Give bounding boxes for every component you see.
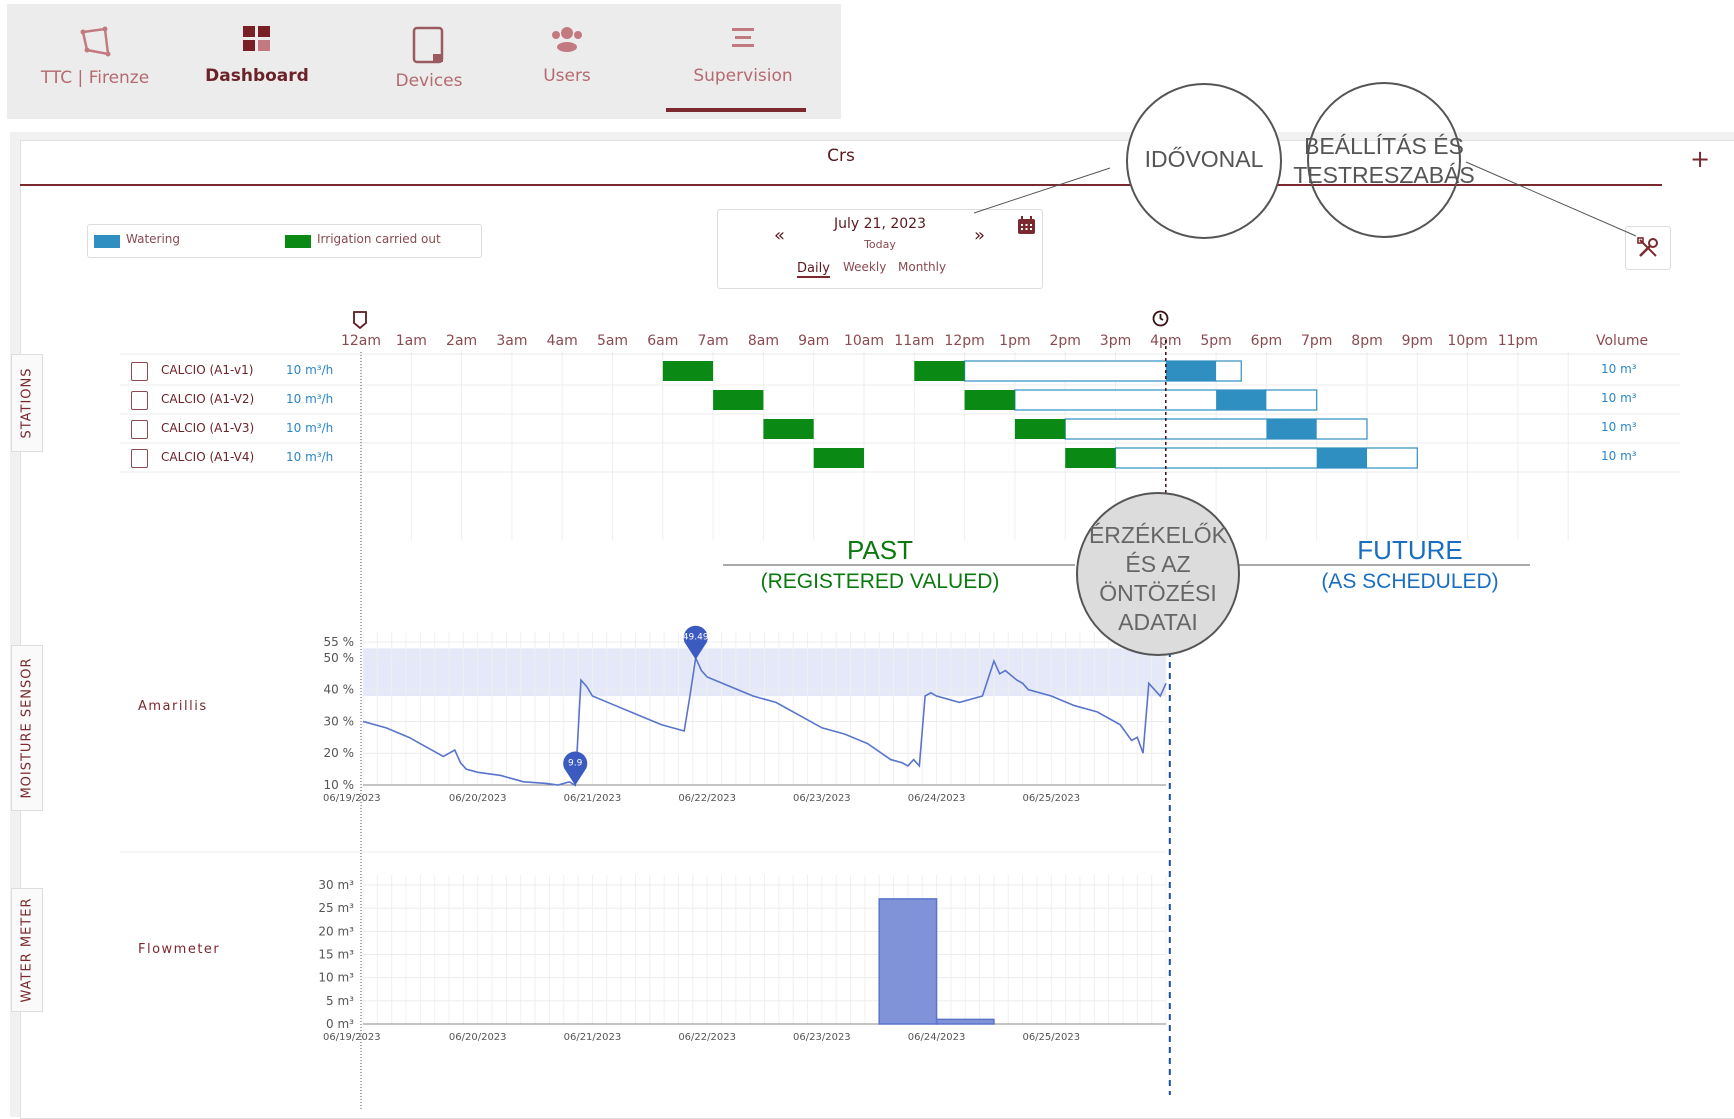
y-tick-label: 5 m³ xyxy=(326,994,354,1008)
irrigation-done-bar xyxy=(1065,448,1116,468)
value-marker xyxy=(563,751,588,786)
station-rate: 10 m³/h xyxy=(286,450,334,464)
callout-text: IDŐVONAL xyxy=(1144,146,1264,172)
y-tick-label: 30 m³ xyxy=(318,878,354,892)
x-tick-label: 06/21/2023 xyxy=(564,793,622,804)
irrigation-done-bar xyxy=(763,419,814,439)
station-volume: 10 m³ xyxy=(1601,362,1637,376)
y-tick-label: 10 m³ xyxy=(318,971,354,985)
watering-bar xyxy=(1316,448,1367,468)
callout-pointer xyxy=(1465,161,1637,237)
value-marker-label: 9.9 xyxy=(568,758,583,768)
callout-sensors: ÉRZÉKELŐK ÉS AZ ÖNTÖZÉSI ADATAI xyxy=(1076,492,1240,656)
y-tick-label: 40 % xyxy=(324,683,355,697)
past-label: PAST xyxy=(847,535,913,565)
station-volume: 10 m³ xyxy=(1601,391,1637,405)
flow-bar xyxy=(878,898,938,1025)
station-volume: 10 m³ xyxy=(1601,449,1637,463)
y-tick-label: 55 % xyxy=(324,635,355,649)
station-icon xyxy=(131,449,148,468)
y-tick-label: 20 % xyxy=(324,746,355,760)
future-label: FUTURE xyxy=(1357,535,1463,565)
irrigation-done-bar xyxy=(662,361,714,381)
x-tick-label: 06/25/2023 xyxy=(1022,1032,1080,1043)
station-rate: 10 m³/h xyxy=(286,421,334,435)
y-tick-label: 20 m³ xyxy=(318,924,354,938)
x-tick-label: 06/20/2023 xyxy=(449,793,507,804)
watering-bar xyxy=(1216,390,1267,410)
callout-settings: BEÁLLÍTÁS ÉS TESTRESZABÁS xyxy=(1293,82,1475,238)
station-icon xyxy=(131,420,148,439)
x-tick-label: 06/22/2023 xyxy=(678,793,736,804)
x-tick-label: 06/23/2023 xyxy=(793,793,851,804)
x-tick-label: 06/24/2023 xyxy=(908,793,966,804)
callout-pointer xyxy=(973,167,1111,214)
station-volume: 10 m³ xyxy=(1601,420,1637,434)
station-rate: 10 m³/h xyxy=(286,392,334,406)
callout-text: BEÁLLÍTÁS ÉS TESTRESZABÁS xyxy=(1293,133,1475,188)
y-tick-label: 25 m³ xyxy=(318,901,354,915)
watering-bar xyxy=(1165,361,1217,381)
station-name[interactable]: CALCIO (A1-V4) xyxy=(161,450,254,464)
x-tick-label: 06/24/2023 xyxy=(908,1032,966,1043)
future-sublabel: (AS SCHEDULED) xyxy=(1321,570,1499,593)
y-tick-label: 10 % xyxy=(324,778,355,792)
irrigation-done-bar xyxy=(964,390,1015,410)
scheduled-bar xyxy=(1064,418,1368,440)
y-tick-label: 15 m³ xyxy=(318,948,354,962)
y-tick-label: 0 m³ xyxy=(326,1017,354,1031)
x-tick-label: 06/19/2023 xyxy=(323,1032,381,1043)
station-name[interactable]: CALCIO (A1-V2) xyxy=(161,392,254,406)
scheduled-bar xyxy=(1114,447,1418,469)
station-name[interactable]: CALCIO (A1-V3) xyxy=(161,421,254,435)
past-sublabel: (REGISTERED VALUED) xyxy=(760,570,1000,593)
x-tick-label: 06/19/2023 xyxy=(323,793,381,804)
flow-chart-title: Flowmeter xyxy=(138,942,221,957)
x-tick-label: 06/22/2023 xyxy=(678,1032,736,1043)
station-rate: 10 m³/h xyxy=(286,363,334,377)
callout-text: ÉRZÉKELŐK ÉS AZ ÖNTÖZÉSI ADATAI xyxy=(1088,522,1228,635)
flow-bar xyxy=(935,1018,995,1025)
callout-timeline: IDŐVONAL xyxy=(1126,83,1282,239)
value-marker-label: 49.49 xyxy=(683,633,709,643)
moisture-chart-title: Amarillis xyxy=(138,699,208,714)
station-icon xyxy=(131,391,148,410)
irrigation-done-bar xyxy=(1014,419,1066,439)
y-tick-label: 30 % xyxy=(324,714,355,728)
watering-bar xyxy=(1266,419,1317,439)
station-name[interactable]: CALCIO (A1-v1) xyxy=(161,363,253,377)
irrigation-done-bar xyxy=(914,361,965,381)
x-tick-label: 06/20/2023 xyxy=(449,1032,507,1043)
irrigation-done-bar xyxy=(813,448,864,468)
y-tick-label: 50 % xyxy=(324,651,355,665)
x-tick-label: 06/21/2023 xyxy=(564,1032,622,1043)
station-icon xyxy=(131,362,148,381)
x-tick-label: 06/25/2023 xyxy=(1022,793,1080,804)
x-tick-label: 06/23/2023 xyxy=(793,1032,851,1043)
irrigation-done-bar xyxy=(713,390,764,410)
